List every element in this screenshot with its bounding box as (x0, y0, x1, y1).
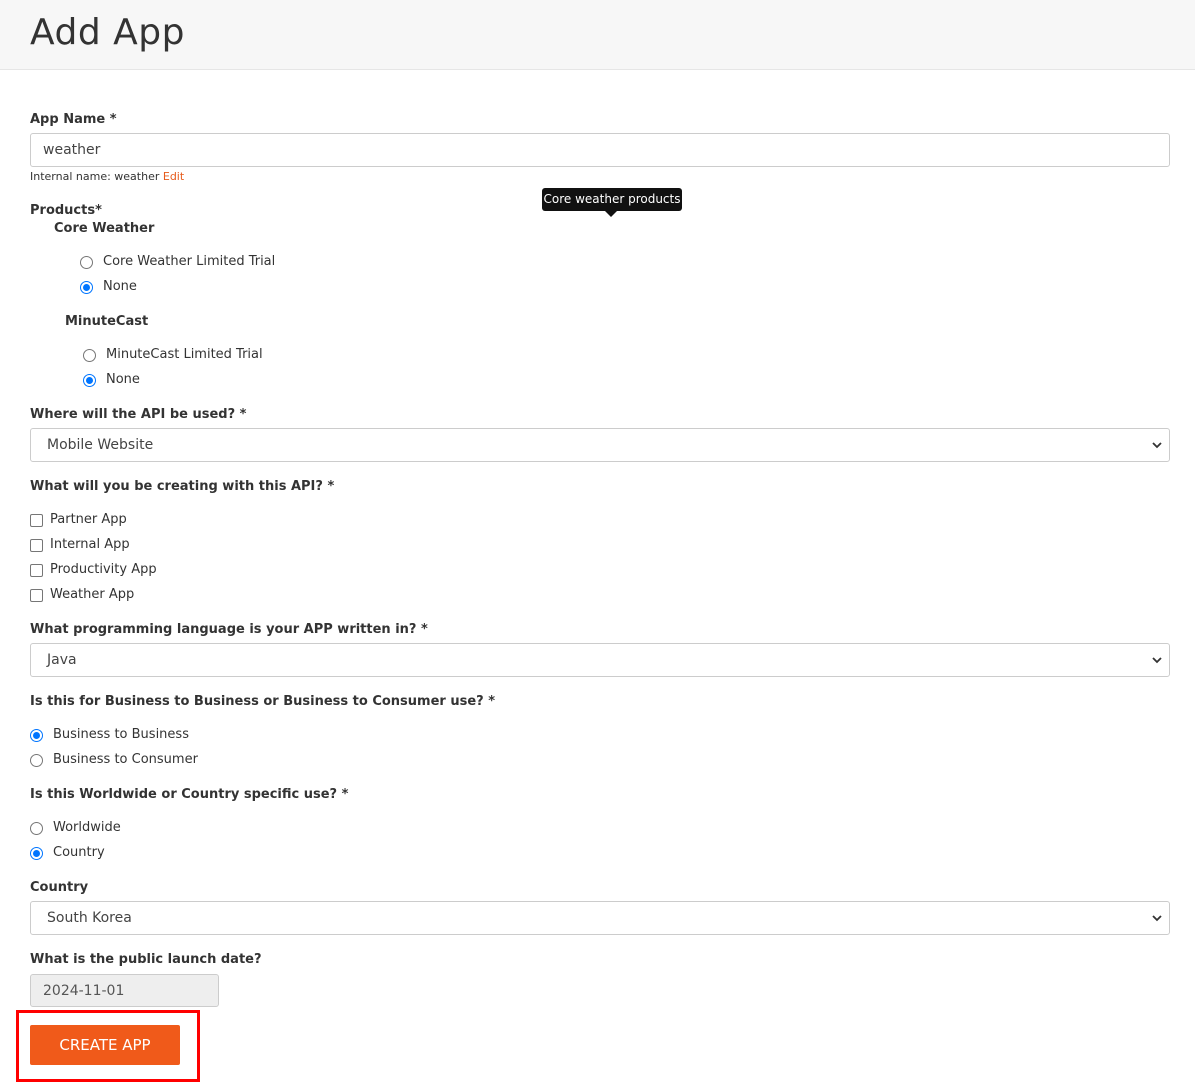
radio-core-weather-trial[interactable] (80, 256, 93, 269)
checkbox-productivity-app-label: Productivity App (50, 562, 157, 577)
country-select[interactable]: South Korea (30, 901, 1170, 935)
products-tooltip: Core weather products (542, 188, 682, 211)
internal-name-hint: Internal name: weather Edit (30, 170, 184, 183)
language-select[interactable]: Java (30, 643, 1170, 677)
chevron-down-icon (1152, 657, 1162, 664)
radio-business-to-consumer-label: Business to Consumer (53, 752, 198, 767)
radio-minutecast-trial-label: MinuteCast Limited Trial (106, 347, 263, 362)
chevron-down-icon (1152, 915, 1162, 922)
radio-business-to-consumer[interactable] (30, 754, 43, 767)
api-usage-selected-value: Mobile Website (47, 437, 154, 453)
checkbox-weather-app[interactable] (30, 589, 43, 602)
checkbox-weather-app-label: Weather App (50, 587, 135, 602)
radio-minutecast-none[interactable] (83, 374, 96, 387)
page-title: Add App (30, 12, 185, 53)
checkbox-partner-app[interactable] (30, 514, 43, 527)
app-name-input[interactable] (30, 133, 1170, 167)
internal-name-text: Internal name: weather (30, 170, 160, 183)
launch-date-value: 2024-11-01 (43, 983, 125, 999)
country-selected-value: South Korea (47, 910, 132, 926)
radio-minutecast-trial[interactable] (83, 349, 96, 362)
checkbox-internal-app[interactable] (30, 539, 43, 552)
api-usage-select[interactable]: Mobile Website (30, 428, 1170, 462)
radio-core-weather-none-label: None (103, 279, 137, 294)
product-group-core-weather: Core Weather (54, 221, 155, 236)
create-app-button[interactable]: CREATE APP (30, 1025, 180, 1065)
edit-internal-name-link[interactable]: Edit (163, 170, 184, 183)
checkbox-productivity-app[interactable] (30, 564, 43, 577)
radio-business-to-business[interactable] (30, 729, 43, 742)
launch-date-input[interactable]: 2024-11-01 (30, 974, 219, 1007)
radio-country-label: Country (53, 845, 105, 860)
page-header: Add App (0, 0, 1195, 70)
business-type-label: Is this for Business to Business or Busi… (30, 694, 496, 709)
country-label: Country (30, 880, 89, 895)
radio-worldwide-label: Worldwide (53, 820, 121, 835)
product-group-minutecast: MinuteCast (65, 314, 149, 329)
radio-minutecast-none-label: None (106, 372, 140, 387)
api-usage-label: Where will the API be used? * (30, 407, 247, 422)
launch-date-label: What is the public launch date? (30, 952, 262, 967)
language-selected-value: Java (47, 652, 77, 668)
tooltip-arrow-icon (605, 211, 617, 217)
radio-country[interactable] (30, 847, 43, 860)
creating-label: What will you be creating with this API?… (30, 479, 335, 494)
products-label: Products* (30, 203, 102, 218)
app-name-label: App Name * (30, 112, 117, 127)
scope-label: Is this Worldwide or Country specific us… (30, 787, 349, 802)
radio-business-to-business-label: Business to Business (53, 727, 189, 742)
radio-worldwide[interactable] (30, 822, 43, 835)
checkbox-internal-app-label: Internal App (50, 537, 130, 552)
language-label: What programming language is your APP wr… (30, 622, 428, 637)
radio-core-weather-trial-label: Core Weather Limited Trial (103, 254, 276, 269)
radio-core-weather-none[interactable] (80, 281, 93, 294)
chevron-down-icon (1152, 442, 1162, 449)
checkbox-partner-app-label: Partner App (50, 512, 127, 527)
